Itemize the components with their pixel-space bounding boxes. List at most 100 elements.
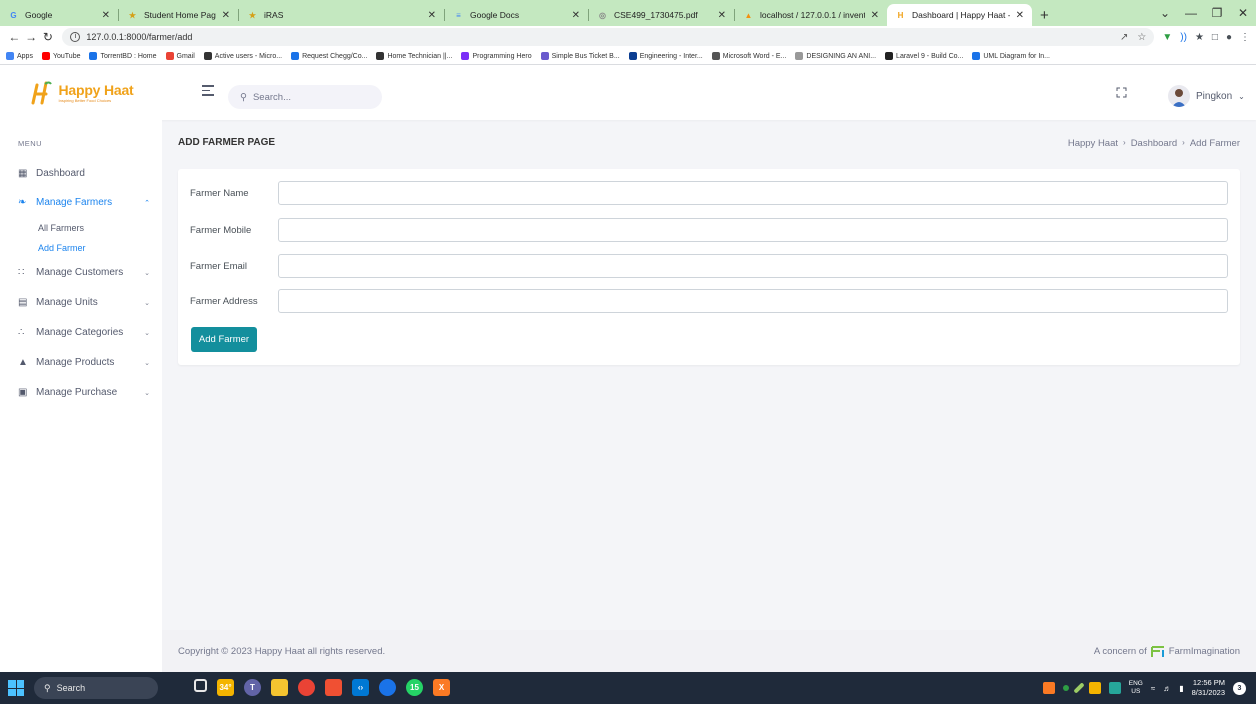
close-tab-icon[interactable]: ✕ bbox=[871, 10, 879, 21]
minimize-icon[interactable]: — bbox=[1178, 6, 1204, 20]
sidebar-item-dashboard[interactable]: ▦ Dashboard bbox=[18, 168, 150, 179]
menu-icon[interactable]: ⋮ bbox=[1240, 32, 1250, 43]
chrome-canary-icon[interactable] bbox=[379, 679, 396, 696]
bookmark-item[interactable]: Home Technician ||... bbox=[376, 52, 452, 60]
main-content: ADD FARMER PAGE Happy Haat › Dashboard ›… bbox=[162, 120, 1256, 630]
new-tab-button[interactable]: + bbox=[1032, 4, 1057, 26]
bookmark-star-icon[interactable]: ☆ bbox=[1137, 32, 1146, 43]
close-tab-icon[interactable]: ✕ bbox=[1016, 10, 1024, 21]
sidebar-item-manage-purchase[interactable]: ▣ Manage Purchase ⌄ bbox=[18, 387, 150, 398]
address-bar[interactable]: i 127.0.0.1:8000/farmer/add ↗ ☆ bbox=[62, 28, 1155, 46]
bookmark-item[interactable]: Programming Hero bbox=[461, 52, 532, 60]
audio-extension-icon[interactable]: )) bbox=[1180, 32, 1187, 43]
farmer-address-input[interactable] bbox=[278, 289, 1228, 313]
bookmark-item[interactable]: Active users - Micro... bbox=[203, 52, 282, 60]
browser-tab[interactable]: ★ iRAS ✕ bbox=[239, 4, 444, 26]
pdf-icon: ◎ bbox=[599, 10, 606, 20]
close-tab-icon[interactable]: ✕ bbox=[102, 10, 110, 21]
bookmark-item[interactable]: UML Diagram for In... bbox=[972, 52, 1050, 60]
logo-area[interactable]: Happy Haat Inspiring Better Food Choices bbox=[0, 65, 162, 120]
browser-tab[interactable]: ≡ Google Docs ✕ bbox=[445, 4, 588, 26]
concern-brand[interactable]: FarmImagination bbox=[1169, 646, 1240, 657]
sidepanel-icon[interactable]: □ bbox=[1212, 32, 1218, 43]
sidebar-subitem-all-farmers[interactable]: All Farmers bbox=[38, 223, 84, 233]
breadcrumb-home[interactable]: Happy Haat bbox=[1068, 138, 1118, 149]
sidebar-item-manage-products[interactable]: ▲ Manage Products ⌄ bbox=[18, 357, 150, 368]
profile-icon[interactable]: ● bbox=[1226, 32, 1232, 43]
close-tab-icon[interactable]: ✕ bbox=[428, 10, 436, 21]
language-indicator[interactable]: ENG US bbox=[1129, 680, 1143, 696]
shield-extension-icon[interactable]: ▼ bbox=[1162, 32, 1172, 43]
bookmark-item[interactable]: Simple Bus Ticket B... bbox=[540, 52, 620, 60]
language-code: ENG bbox=[1128, 680, 1143, 687]
forward-icon[interactable]: → bbox=[23, 30, 40, 44]
fullscreen-icon[interactable] bbox=[1116, 87, 1127, 98]
close-window-icon[interactable]: ✕ bbox=[1230, 6, 1256, 20]
share-icon[interactable]: ↗ bbox=[1120, 32, 1128, 43]
user-menu[interactable]: Pingkon ⌄ bbox=[1168, 85, 1245, 107]
close-tab-icon[interactable]: ✕ bbox=[718, 10, 726, 21]
tray-app-icon[interactable] bbox=[1062, 685, 1069, 691]
bookmark-item[interactable]: Engineering - Inter... bbox=[628, 52, 703, 60]
whatsapp-icon[interactable]: 15 bbox=[406, 679, 423, 696]
pen-icon[interactable] bbox=[1073, 682, 1085, 694]
window-controls: ⌄ — ❐ ✕ bbox=[1152, 0, 1256, 26]
tray-app-icon[interactable] bbox=[1088, 682, 1101, 694]
back-icon[interactable]: ← bbox=[6, 30, 23, 44]
farmer-icon: ❧ bbox=[18, 197, 27, 208]
browser-tab[interactable]: ▲ localhost / 127.0.0.1 / inventory ✕ bbox=[735, 4, 887, 26]
site-info-icon[interactable]: i bbox=[70, 32, 81, 42]
bookmark-item[interactable]: Request Chegg/Co... bbox=[291, 52, 367, 60]
docs-icon: ≡ bbox=[456, 10, 461, 20]
browser-tab[interactable]: G Google ✕ bbox=[0, 4, 118, 26]
volume-icon[interactable]: ♬ bbox=[1163, 684, 1171, 693]
git-icon[interactable] bbox=[325, 679, 342, 696]
browser-tab[interactable]: ◎ CSE499_1730475.pdf ✕ bbox=[589, 4, 734, 26]
tab-search-icon[interactable]: ⌄ bbox=[1152, 6, 1178, 20]
breadcrumb-dashboard[interactable]: Dashboard bbox=[1131, 138, 1177, 149]
sidebar-subitem-add-farmer[interactable]: Add Farmer bbox=[38, 243, 86, 253]
weather-icon[interactable]: 34° bbox=[217, 679, 234, 696]
farmer-email-input[interactable] bbox=[278, 254, 1228, 278]
browser-tab[interactable]: H Dashboard | Happy Haat - Adm ✕ bbox=[887, 4, 1032, 26]
add-farmer-button[interactable]: Add Farmer bbox=[191, 327, 257, 352]
sidebar-item-manage-units[interactable]: ▤ Manage Units ⌄ bbox=[18, 297, 150, 308]
farmer-name-input[interactable] bbox=[278, 181, 1228, 205]
reload-icon[interactable]: ↻ bbox=[40, 30, 57, 44]
search-input[interactable]: ⚲ Search... bbox=[228, 85, 382, 109]
bookmark-item[interactable]: DESIGNING AN ANI... bbox=[795, 52, 876, 60]
restore-icon[interactable]: ❐ bbox=[1204, 6, 1230, 20]
windows-start-icon[interactable] bbox=[8, 680, 24, 696]
vscode-icon[interactable]: ‹› bbox=[352, 679, 369, 696]
bookmark-item[interactable]: TorrentBD : Home bbox=[89, 52, 157, 60]
sidebar-item-manage-customers[interactable]: ∷ Manage Customers ⌄ bbox=[18, 267, 150, 278]
extensions-icon[interactable]: ★ bbox=[1195, 32, 1204, 43]
taskbar-search[interactable]: ⚲ Search bbox=[34, 677, 158, 699]
close-tab-icon[interactable]: ✕ bbox=[572, 10, 580, 21]
bookmark-item[interactable]: YouTube bbox=[41, 52, 80, 60]
brand-logo[interactable]: Happy Haat Inspiring Better Food Choices bbox=[28, 79, 134, 107]
bookmark-item[interactable]: Microsoft Word - E... bbox=[711, 52, 786, 60]
task-view-icon[interactable] bbox=[194, 679, 207, 692]
sidebar-item-manage-farmers[interactable]: ❧ Manage Farmers ⌃ bbox=[18, 197, 150, 208]
chrome-icon[interactable] bbox=[298, 679, 315, 696]
farmer-mobile-input[interactable] bbox=[278, 218, 1228, 242]
clock[interactable]: 12:56 PM 8/31/2023 bbox=[1192, 678, 1225, 698]
teams-icon[interactable]: T bbox=[244, 679, 261, 696]
battery-icon[interactable]: ▮ bbox=[1179, 684, 1183, 693]
xampp-icon[interactable]: X bbox=[433, 679, 450, 696]
sidebar-item-label: Manage Units bbox=[36, 297, 98, 308]
wifi-icon[interactable]: ≈ bbox=[1151, 684, 1155, 693]
tray-app-icon[interactable] bbox=[1108, 682, 1121, 694]
bookmark-item[interactable]: Gmail bbox=[165, 52, 195, 60]
browser-tab[interactable]: ★ Student Home Page ✕ bbox=[119, 4, 238, 26]
bookmark-favicon-icon bbox=[291, 52, 300, 60]
file-explorer-icon[interactable] bbox=[271, 679, 288, 696]
sidebar-toggle-icon[interactable] bbox=[202, 85, 214, 97]
notification-badge[interactable]: 3 bbox=[1233, 681, 1246, 695]
bookmark-item[interactable]: Apps bbox=[6, 52, 33, 60]
sidebar-item-manage-categories[interactable]: ∴ Manage Categories ⌄ bbox=[18, 327, 150, 338]
bookmark-item[interactable]: Laravel 9 - Build Co... bbox=[885, 52, 963, 60]
close-tab-icon[interactable]: ✕ bbox=[222, 10, 230, 21]
xampp-tray-icon[interactable] bbox=[1042, 682, 1055, 694]
